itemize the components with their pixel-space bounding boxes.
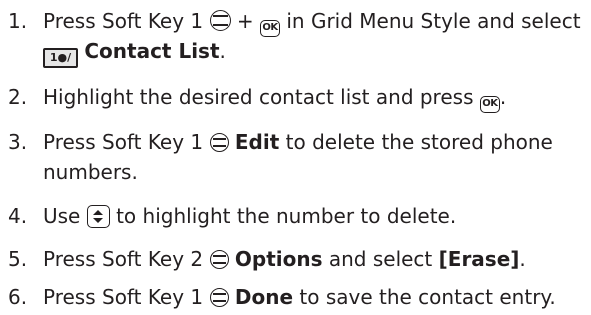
up-down-navigation-key-icon: [86, 205, 110, 228]
step-text: Press Soft Key 1: [43, 9, 204, 33]
contact-list-key-icon: 1●/: [43, 48, 78, 68]
step-number: 2.: [8, 85, 28, 109]
menu-item-name: Edit: [234, 130, 280, 154]
punctuation: .: [499, 85, 507, 109]
step-number: 4.: [8, 204, 28, 228]
instruction-page: 1. Press Soft Key 1 + OK in Grid Menu Sty…: [0, 0, 591, 315]
soft-key-icon: [209, 288, 229, 307]
step-3-continued: numbers.: [8, 157, 138, 187]
step-1: 1. Press Soft Key 1 + OK in Grid Menu Sty…: [8, 6, 581, 37]
punctuation: .: [519, 247, 526, 271]
soft-key-icon: [209, 133, 229, 152]
step-text: numbers.: [43, 160, 138, 184]
step-5: 5. Press Soft Key 2 Options and select [E…: [8, 244, 526, 274]
step-number: 5.: [8, 247, 28, 271]
step-2: 2. Highlight the desired contact list and…: [8, 82, 506, 113]
menu-item-name: Contact List: [84, 39, 220, 63]
step-text: Press Soft Key 2: [43, 247, 204, 271]
step-number: 6.: [8, 285, 28, 309]
step-text: Press Soft Key 1: [43, 130, 204, 154]
punctuation: .: [219, 39, 226, 63]
ok-key-icon: OK: [260, 20, 280, 37]
step-text: Press Soft Key 1: [43, 285, 204, 309]
step-1-continued: 1●/ Contact List.: [8, 36, 226, 68]
step-number: 3.: [8, 130, 28, 154]
step-text: to delete the stored phone: [285, 130, 553, 154]
step-number: 1.: [8, 9, 28, 33]
menu-item-name: Options: [234, 247, 323, 271]
step-3: 3. Press Soft Key 1 Edit to delete the st…: [8, 127, 553, 157]
step-text: in Grid Menu Style and select: [286, 9, 581, 33]
plus-sign: +: [236, 9, 254, 33]
step-text: and select: [328, 247, 433, 271]
menu-item-name: Done: [234, 285, 294, 309]
step-text: to save the contact entry.: [299, 285, 556, 309]
soft-key-icon: [209, 10, 231, 31]
step-text: Highlight the desired contact list and p…: [43, 85, 474, 109]
step-text: Use: [43, 204, 81, 228]
step-4: 4. Use to highlight the number to delete.: [8, 201, 456, 231]
soft-key-icon: [209, 250, 229, 269]
step-text: to highlight the number to delete.: [116, 204, 457, 228]
ok-key-icon: OK: [479, 96, 500, 113]
step-6: 6. Press Soft Key 1 Done to save the cont…: [8, 282, 556, 312]
menu-option-name: [Erase]: [438, 247, 520, 271]
